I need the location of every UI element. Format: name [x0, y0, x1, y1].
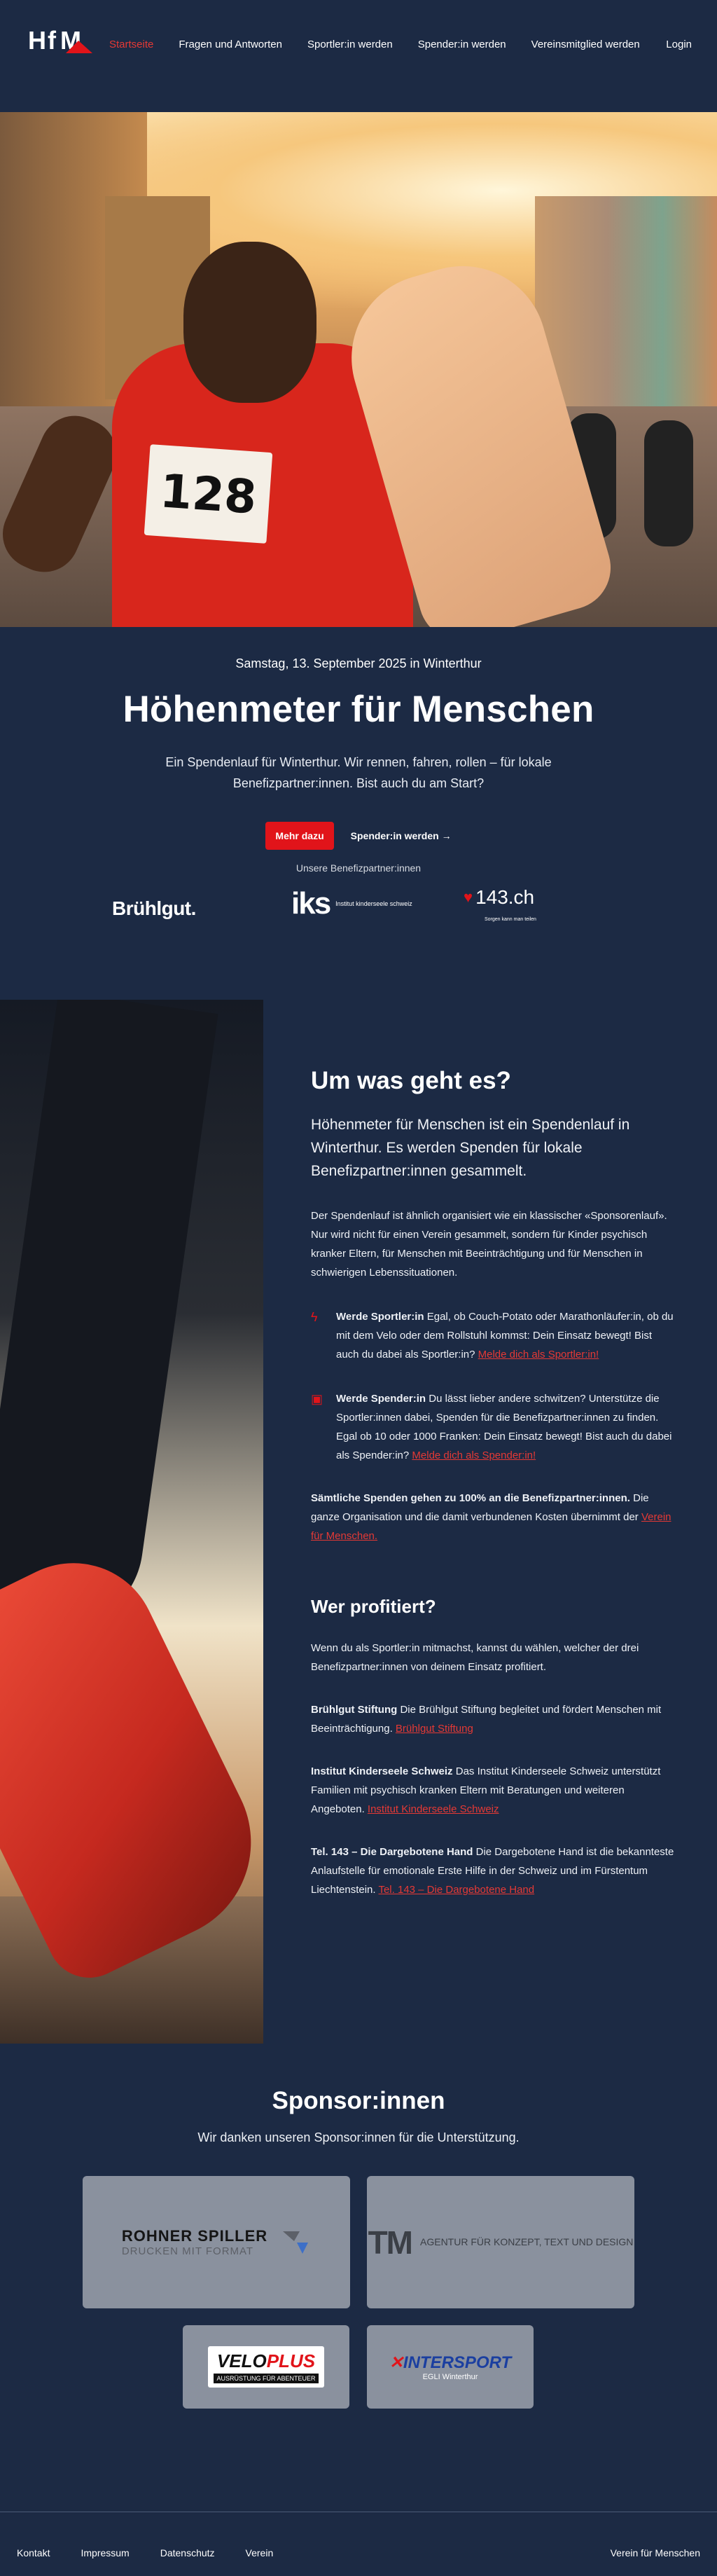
beneficiary-iks-name: Institut Kinderseele Schweiz [311, 1765, 453, 1777]
signup-athlete-link[interactable]: Melde dich als Sportler:in! [478, 1349, 599, 1361]
intersport-logo-name: ✕INTERSPORT [389, 2353, 512, 2372]
about-text: Um was geht es? Höhenmeter für Menschen … [311, 1067, 675, 1899]
rohner-logo: ROHNER SPILLER DRUCKEN MIT FORMAT [122, 2227, 267, 2257]
event-description: Ein Spendenlauf für Winterthur. Wir renn… [165, 755, 552, 790]
about-intro: Der Spendenlauf ist ähnlich organisiert … [311, 1210, 667, 1279]
event-section: Samstag, 13. September 2025 in Winterthu… [0, 627, 717, 1000]
bruehlgut-link[interactable]: Brühlgut Stiftung [396, 1723, 473, 1735]
heart-icon: ♥ [464, 888, 473, 906]
nav-item-mitglied[interactable]: Vereinsmitglied werden [531, 39, 640, 50]
tel143-logo[interactable]: ♥ 143.ch Sorgen kann man teilen [464, 886, 536, 922]
feature-athlete-text: Werde Sportler:in Egal, ob Couch-Potato … [336, 1307, 675, 1364]
intersport-logo-subtext: EGLI Winterthur [422, 2373, 478, 2381]
tel143-logo-text: 143.ch [475, 886, 535, 908]
sponsors-title: Sponsor:innen [272, 2087, 445, 2114]
tel143-logo-subtext: Sorgen kann man teilen [485, 917, 536, 922]
veloplus-logo-name: VELOPLUS [214, 2350, 318, 2372]
nav-item-startseite[interactable]: Startseite [109, 39, 153, 50]
donation-note: Sämtliche Spenden gehen zu 100% an die B… [311, 1489, 675, 1545]
tm-logo-text: AGENTUR FÜR KONZEPT, TEXT UND DESIGN [420, 2236, 634, 2247]
sponsor-intersport[interactable]: ✕INTERSPORT EGLI Winterthur [367, 2325, 534, 2409]
sponsors-subtitle: Wir danken unseren Sponsor:innen für die… [197, 2130, 520, 2144]
tel143-link[interactable]: Tel. 143 – Die Dargebotene Hand [378, 1884, 534, 1896]
iks-logo[interactable]: iks Institut kinderseele schweiz [291, 886, 412, 921]
login-link[interactable]: Login [666, 39, 692, 50]
lightning-icon: ϟ [311, 1310, 318, 1324]
money-icon: ▣ [311, 1392, 323, 1406]
svg-text:f: f [48, 26, 57, 55]
svg-text:H: H [28, 26, 46, 55]
hero-bib-number: 128 [144, 444, 273, 544]
hero-background-runner [644, 420, 693, 546]
partners-logos: Brühlgut. iks Institut kinderseele schwe… [0, 879, 717, 942]
sponsors-section: Sponsor:innen Wir danken unseren Sponsor… [0, 2044, 717, 2512]
iks-logo-text: Institut kinderseele schweiz [335, 900, 412, 907]
become-donor-link[interactable]: Spender:in werden → [351, 830, 452, 841]
about-lead: Höhenmeter für Menschen ist ein Spendenl… [311, 1117, 630, 1179]
event-title: Höhenmeter für Menschen [123, 689, 594, 730]
partners-label: Unsere Benefizpartner:innen [295, 862, 422, 874]
tm-logo-mark: TM [368, 2224, 413, 2261]
intersport-logo: ✕INTERSPORT EGLI Winterthur [389, 2353, 511, 2381]
hero-buttons: Mehr dazu Spender:in werden → [0, 822, 717, 850]
about-section: Um was geht es? Höhenmeter für Menschen … [0, 1000, 717, 2044]
veloplus-logo: VELOPLUS AUSRÜSTUNG FÜR ABENTEUER [208, 2346, 324, 2388]
more-button[interactable]: Mehr dazu [265, 822, 334, 850]
nav-item-faq[interactable]: Fragen und Antworten [179, 39, 282, 50]
feature-donor: ▣ Werde Spender:in Du lässt lieber ander… [311, 1389, 675, 1465]
sponsor-veloplus[interactable]: VELOPLUS AUSRÜSTUNG FÜR ABENTEUER [183, 2325, 349, 2409]
signup-donor-link[interactable]: Melde dich als Spender:in! [412, 1449, 536, 1461]
feature-athlete: ϟ Werde Sportler:in Egal, ob Couch-Potat… [311, 1307, 675, 1364]
donation-note-bold: Sämtliche Spenden gehen zu 100% an die B… [311, 1492, 630, 1504]
footer-links: Kontakt Impressum Datenschutz Verein [17, 2547, 304, 2558]
footer-link-datenschutz[interactable]: Datenschutz [160, 2547, 215, 2558]
site-header: H f M Startseite Fragen und Antworten Sp… [0, 0, 717, 112]
beneficiary-iks: Institut Kinderseele Schweiz Das Institu… [311, 1762, 675, 1819]
veloplus-logo-velo: VELO [216, 2350, 267, 2371]
site-logo[interactable]: H f M [27, 25, 92, 55]
bruehlgut-logo[interactable]: Brühlgut. [112, 897, 196, 920]
site-footer: Kontakt Impressum Datenschutz Verein Ver… [0, 2512, 717, 2576]
hero-runner-head [183, 242, 316, 403]
hero-image: 128 [0, 112, 717, 627]
who-benefits-intro: Wenn du als Sportler:in mitmachst, kanns… [311, 1642, 639, 1673]
iks-link[interactable]: Institut Kinderseele Schweiz [368, 1803, 499, 1815]
feature-donor-text: Werde Spender:in Du lässt lieber andere … [336, 1389, 675, 1465]
sponsor-rohner-spiller[interactable]: ROHNER SPILLER DRUCKEN MIT FORMAT [83, 2176, 350, 2308]
feature-athlete-title: Werde Sportler:in [336, 1311, 424, 1323]
veloplus-logo-plus: PLUS [266, 2350, 316, 2371]
veloplus-logo-tagline: AUSRÜSTUNG FÜR ABENTEUER [214, 2374, 319, 2383]
who-benefits-title: Wer profitiert? [311, 1596, 436, 1617]
footer-verein-link[interactable]: Verein für Menschen [611, 2547, 700, 2558]
beneficiary-tel143: Tel. 143 – Die Dargebotene Hand Die Darg… [311, 1843, 675, 1899]
beneficiary-bruehlgut: Brühlgut Stiftung Die Brühlgut Stiftung … [311, 1700, 675, 1738]
about-image [0, 1000, 263, 2044]
nav-item-sportler[interactable]: Sportler:in werden [307, 39, 393, 50]
footer-link-verein[interactable]: Verein [246, 2547, 274, 2558]
feature-donor-title: Werde Spender:in [336, 1393, 426, 1405]
rohner-mark-icon [283, 2231, 309, 2254]
iks-logo-mark: iks [291, 886, 331, 921]
sponsor-tm-agentur[interactable]: TM AGENTUR FÜR KONZEPT, TEXT UND DESIGN [367, 2176, 634, 2308]
main-nav: Startseite Fragen und Antworten Sportler… [109, 39, 665, 50]
event-date: Samstag, 13. September 2025 in Winterthu… [235, 656, 482, 670]
beneficiary-tel143-name: Tel. 143 – Die Dargebotene Hand [311, 1846, 473, 1858]
footer-link-kontakt[interactable]: Kontakt [17, 2547, 50, 2558]
beneficiary-bruehlgut-name: Brühlgut Stiftung [311, 1704, 398, 1716]
about-title: Um was geht es? [311, 1067, 511, 1094]
footer-link-impressum[interactable]: Impressum [81, 2547, 129, 2558]
about-image-leg [0, 1000, 218, 1639]
nav-item-spender[interactable]: Spender:in werden [418, 39, 506, 50]
rohner-logo-tagline: DRUCKEN MIT FORMAT [121, 2245, 254, 2257]
tm-logo: TM AGENTUR FÜR KONZEPT, TEXT UND DESIGN [368, 2224, 634, 2261]
rohner-logo-name: ROHNER SPILLER [121, 2227, 268, 2245]
